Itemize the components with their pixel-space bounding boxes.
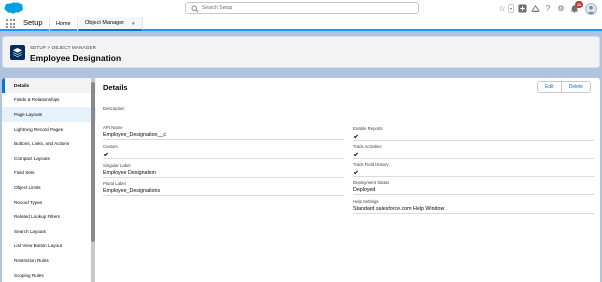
- sidebar-item-label: Fields & Relationships: [14, 97, 60, 103]
- field-value: Deployed: [353, 187, 376, 193]
- sidebar-item-label: Restriction Rules: [14, 257, 49, 263]
- page-header: SETUP > OBJECT MANAGER Employee Designat…: [2, 36, 600, 68]
- sidebar-item-label: Record Types: [14, 199, 43, 205]
- field-value: Employee_Designations: [103, 188, 161, 194]
- sidebar-item-compact-layouts[interactable]: Compact Layouts: [2, 151, 96, 166]
- sidebar-item-scoping-rules[interactable]: Scoping Rules: [2, 268, 96, 282]
- sidebar-item-page-layouts[interactable]: Page Layouts: [2, 107, 96, 122]
- details-button-group: Edit Delete: [537, 81, 592, 93]
- sidebar-item-list-view-button-layout[interactable]: List View Button Layout: [2, 239, 96, 254]
- checkmark-icon: [353, 133, 359, 139]
- search-icon: [191, 5, 199, 13]
- field-singular-label: Singular Label Employee Designation: [103, 163, 344, 178]
- field-help-settings: Help Settings Standard salesforce.com He…: [353, 199, 594, 214]
- sidebar-item-label: Lightning Record Pages: [14, 126, 64, 132]
- sidebar-item-object-limits[interactable]: Object Limits: [2, 180, 96, 195]
- field-track-activities: Track Activities: [353, 144, 594, 159]
- app-name: Setup: [23, 18, 43, 27]
- sidebar-item-fields-relationships[interactable]: Fields & Relationships: [2, 93, 96, 108]
- sidebar-item-label: Related Lookup Filters: [14, 214, 60, 220]
- field-api-name: API Name Employee_Designation__c: [103, 125, 344, 140]
- field-value: Employee_Designation__c: [103, 132, 167, 138]
- field-plural-label: Plural Label Employee_Designations: [103, 181, 344, 196]
- sidebar-item-label: Details: [14, 82, 30, 88]
- user-avatar[interactable]: [585, 2, 597, 15]
- help-icon[interactable]: ?: [543, 4, 553, 14]
- field-custom: Custom: [103, 144, 344, 159]
- field-deployment-status: Deployment Status Deployed: [353, 180, 594, 195]
- sidebar-item-label: Page Layouts: [14, 111, 43, 117]
- sidebar-item-related-lookup-filters[interactable]: Related Lookup Filters: [2, 209, 96, 224]
- notification-count-badge: 11: [575, 0, 583, 8]
- chevron-down-icon[interactable]: ▼: [131, 21, 135, 26]
- sidebar-item-field-sets[interactable]: Field Sets: [2, 166, 96, 181]
- sidebar-item-buttons-links-actions[interactable]: Buttons, Links, and Actions: [2, 136, 96, 151]
- sidebar-item-details[interactable]: Details: [2, 78, 96, 93]
- header-icon-group: ☆ ▾ ? ⚙ 11: [497, 0, 597, 16]
- sidebar-item-search-layouts[interactable]: Search Layouts: [2, 224, 96, 239]
- layers-icon: [10, 45, 25, 60]
- checkmark-icon: [103, 151, 109, 157]
- page-title: Employee Designation: [30, 53, 122, 63]
- tab-home[interactable]: Home: [49, 17, 78, 31]
- breadcrumb[interactable]: SETUP > OBJECT MANAGER: [30, 45, 96, 50]
- sidebar-item-label: Scoping Rules: [14, 272, 44, 278]
- favorites-dropdown-icon[interactable]: ▾: [508, 4, 514, 13]
- object-sidebar: Details Fields & Relationships Page Layo…: [2, 78, 96, 282]
- tab-object-manager-label: Object Manager: [85, 20, 125, 26]
- details-panel: Details Edit Delete Description API Name…: [96, 78, 600, 282]
- tab-home-label: Home: [56, 21, 71, 27]
- field-value: Standard salesforce.com Help Window: [353, 206, 445, 212]
- sidebar-item-lightning-record-pages[interactable]: Lightning Record Pages: [2, 122, 96, 137]
- sidebar-item-label: Object Limits: [14, 184, 41, 190]
- field-track-field-history: Track Field History: [353, 162, 594, 177]
- checkmark-icon: [353, 151, 359, 157]
- notifications-bell-icon[interactable]: 11: [569, 0, 583, 14]
- favorites-star-icon[interactable]: ☆: [497, 4, 507, 14]
- global-header: ☆ ▾ ? ⚙ 11: [0, 0, 602, 17]
- checkmark-icon: [353, 169, 359, 175]
- global-actions-plus-icon[interactable]: [517, 4, 527, 14]
- tab-object-manager[interactable]: Object Manager ▼: [79, 17, 143, 31]
- salesforce-logo[interactable]: [4, 2, 23, 15]
- search-input[interactable]: [202, 3, 412, 13]
- sidebar-item-label: List View Button Layout: [14, 243, 62, 249]
- search-box[interactable]: [185, 2, 419, 14]
- sidebar-item-label: Search Layouts: [14, 228, 46, 234]
- sidebar-item-record-types[interactable]: Record Types: [2, 195, 96, 210]
- setup-gear-icon[interactable]: ⚙: [556, 4, 566, 14]
- field-value: Employee Designation: [103, 170, 156, 176]
- sidebar-scrollbar-thumb[interactable]: [91, 82, 95, 242]
- sidebar-item-label: Compact Layouts: [14, 155, 50, 161]
- app-launcher-icon[interactable]: [6, 19, 15, 28]
- edit-button[interactable]: Edit: [538, 82, 561, 92]
- details-heading: Details: [103, 83, 128, 92]
- context-bar: Setup Home Object Manager ▼: [0, 17, 602, 31]
- field-description: Description: [103, 106, 344, 112]
- field-label: Description: [103, 106, 125, 111]
- trailhead-icon[interactable]: [530, 4, 540, 14]
- sidebar-item-restriction-rules[interactable]: Restriction Rules: [2, 253, 96, 268]
- delete-button[interactable]: Delete: [560, 82, 591, 92]
- sidebar-item-label: Field Sets: [14, 170, 35, 176]
- sidebar-item-label: Buttons, Links, and Actions: [14, 141, 70, 147]
- field-enable-reports: Enable Reports: [353, 126, 594, 141]
